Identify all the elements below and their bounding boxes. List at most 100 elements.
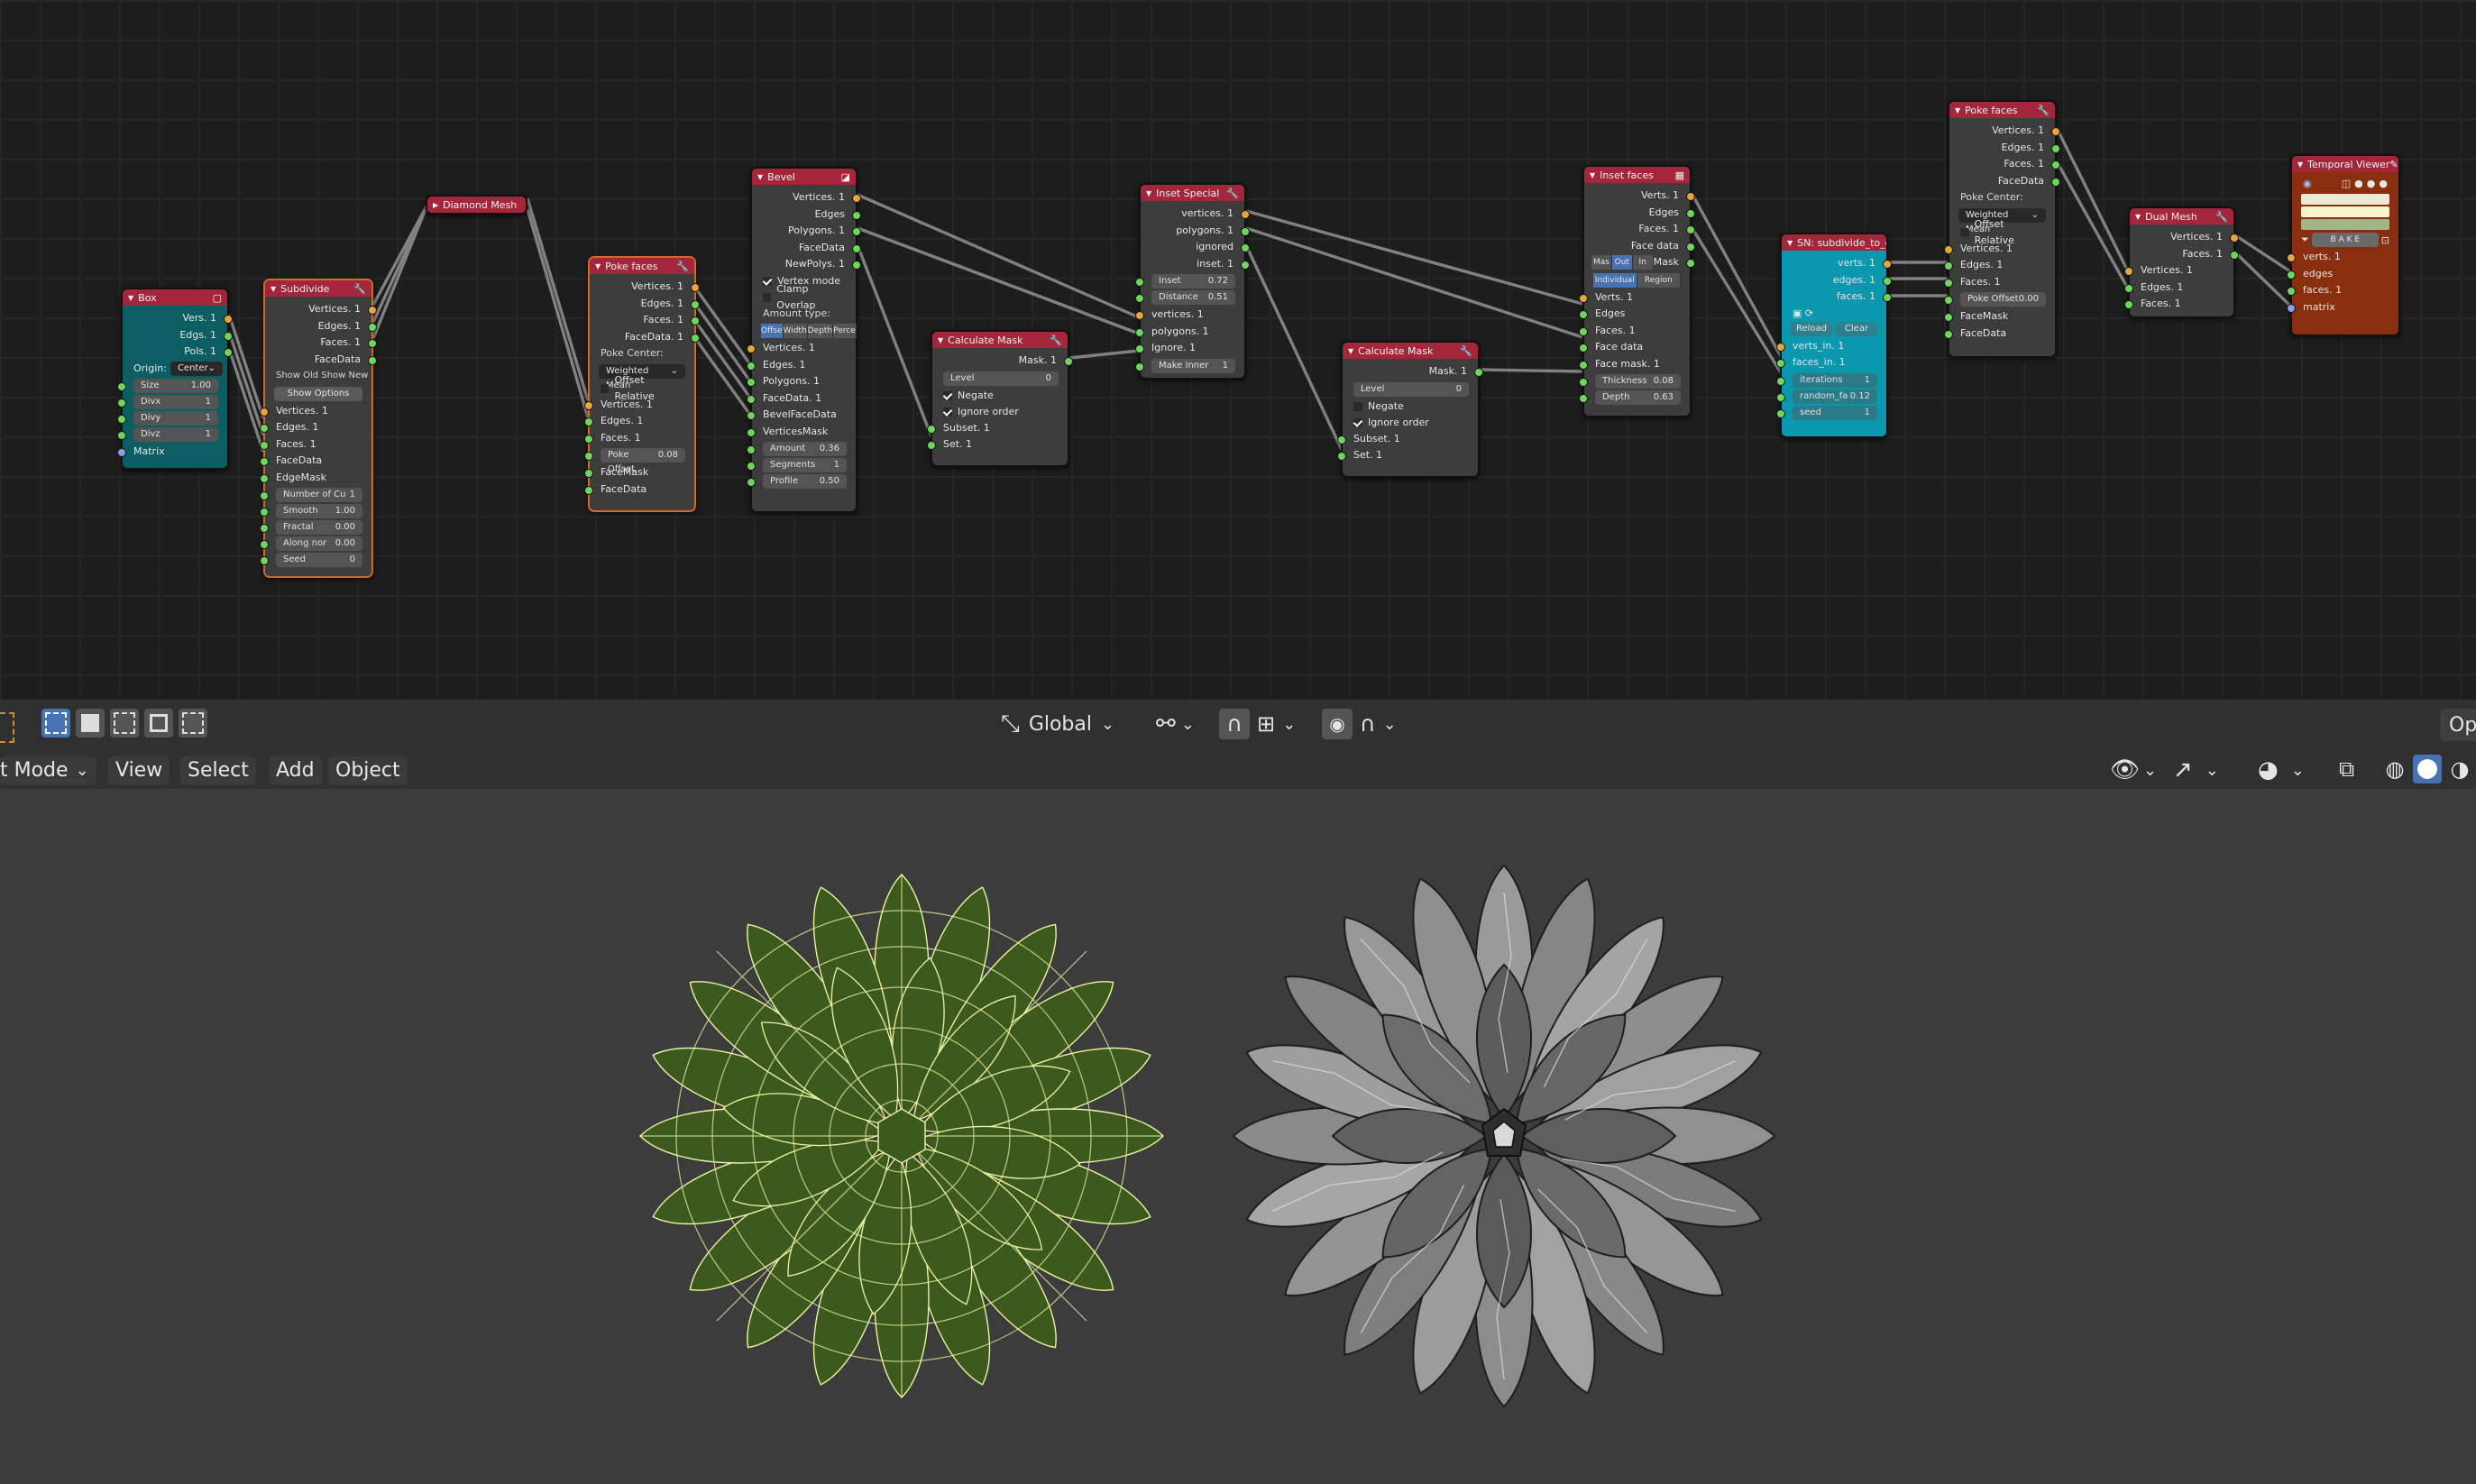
menu-view[interactable]: View	[108, 756, 170, 785]
socket-dot[interactable]	[260, 473, 269, 483]
socket-row[interactable]: Faces. 1	[584, 430, 694, 447]
socket-dot[interactable]	[852, 210, 861, 220]
socket-dot[interactable]	[2124, 300, 2133, 309]
socket-row[interactable]: Matrix	[117, 444, 227, 461]
profile-field[interactable]: Profile 0.50	[747, 474, 847, 489]
socket-dot[interactable]	[260, 491, 269, 500]
socket-row[interactable]: NewPolys. 1	[752, 256, 861, 273]
wireframe-shading-icon[interactable]: ◍	[2380, 755, 2409, 783]
socket-dot[interactable]	[117, 398, 126, 408]
socket-dot[interactable]	[1686, 208, 1695, 218]
snap-increment-icon[interactable]: ⊞	[1257, 711, 1275, 737]
socket-row[interactable]: Mask. 1	[1343, 363, 1483, 380]
edge-color-swatch[interactable]	[2301, 206, 2389, 217]
seed-field[interactable]: seed 1	[1776, 405, 1877, 420]
socket-row[interactable]: Verts. 1	[1584, 188, 1695, 205]
node-header[interactable]: ▼ Temporal Viewer ✎	[2292, 156, 2398, 172]
socket-dot[interactable]	[1241, 243, 1250, 252]
socket-dot[interactable]	[2124, 267, 2133, 276]
socket-dot[interactable]	[2230, 234, 2239, 243]
segment-option[interactable]: Depth	[807, 324, 834, 338]
socket-dot[interactable]	[747, 378, 756, 387]
random-factor-field[interactable]: random_fa 0.12	[1776, 389, 1877, 404]
depth-field[interactable]: Depth 0.63	[1579, 390, 1681, 405]
socket-row[interactable]: FaceData	[1949, 173, 2060, 190]
socket-dot[interactable]	[2051, 127, 2060, 136]
socket-dot[interactable]	[1135, 278, 1144, 287]
socket-dot[interactable]	[368, 339, 377, 348]
node-header[interactable]: ▼ Calculate Mask 🔧	[1343, 343, 1478, 359]
socket-dot[interactable]	[1135, 362, 1144, 371]
node-header[interactable]: ▼ Bevel ◪	[752, 169, 856, 185]
socket-row[interactable]: FaceData. 1	[747, 390, 856, 408]
socket-row[interactable]: BevelFaceData	[747, 407, 856, 424]
socket-dot[interactable]	[584, 469, 593, 478]
node-editor[interactable]: ▼ Box ▢ Vers. 1 Edgs. 1 Pols. 1 Origin: Cen…	[0, 0, 2476, 699]
show-row[interactable]: Show Old Show New	[265, 368, 371, 385]
socket-row[interactable]: Edgs. 1	[123, 327, 233, 344]
divz-field[interactable]: Divz 1	[117, 427, 218, 442]
socket-dot[interactable]	[2051, 160, 2060, 169]
socket-row[interactable]: Edges. 1	[260, 419, 371, 436]
socket-row[interactable]: faces_in. 1	[1776, 354, 1886, 371]
socket-row[interactable]: VerticesMask	[747, 424, 856, 441]
socket-dot[interactable]	[747, 478, 756, 487]
socket-dot[interactable]	[117, 448, 126, 457]
pivot-dropdown[interactable]: ⚯ ⌄	[1156, 710, 1195, 737]
socket-row[interactable]: Face mask. 1	[1579, 356, 1690, 373]
socket-row[interactable]: Faces. 1	[260, 436, 371, 453]
segment-option[interactable]: Perce	[833, 324, 857, 338]
socket-dot[interactable]	[117, 431, 126, 440]
socket-row[interactable]: Face data	[1579, 339, 1690, 356]
socket-dot[interactable]	[1776, 408, 1785, 418]
socket-dot[interactable]	[927, 441, 936, 450]
amount-type-selector[interactable]: Offse Width Depth Perce	[761, 324, 857, 338]
socket-dot[interactable]	[747, 361, 756, 371]
divx-field[interactable]: Divx 1	[117, 395, 218, 409]
socket-dot[interactable]	[747, 394, 756, 404]
magnet-icon[interactable]: ∩	[1219, 709, 1250, 739]
falloff-icon[interactable]: ∩	[1360, 711, 1376, 737]
node-inset-special[interactable]: ▼ Inset Special 🔧 vertices. 1 polygons. 1 …	[1135, 183, 1250, 380]
socket-row[interactable]: Mask. 1	[932, 353, 1073, 370]
socket-dot[interactable]	[927, 424, 936, 434]
segment-option[interactable]: In	[1632, 255, 1654, 270]
negate-checkbox[interactable]: Negate	[1343, 398, 1478, 415]
visibility-dropdown[interactable]: 👁 ⌄	[2110, 756, 2157, 783]
node-poke-faces[interactable]: ▼ Poke faces 🔧 Vertices. 1 Edges. 1 Faces.…	[1944, 100, 2060, 358]
socket-dot[interactable]	[224, 331, 233, 341]
socket-dot[interactable]	[368, 306, 377, 315]
options-button[interactable]: Op	[2440, 709, 2476, 741]
socket-dot[interactable]	[260, 524, 269, 533]
socket-row[interactable]: Polygons. 1	[752, 223, 861, 240]
segment-option[interactable]: Width	[783, 324, 808, 338]
socket-dot[interactable]	[747, 411, 756, 420]
socket-row[interactable]: Faces. 1	[1949, 156, 2060, 173]
invert-selection-icon[interactable]	[144, 709, 173, 737]
socket-row[interactable]: FaceData	[1944, 325, 2055, 343]
socket-row[interactable]: FaceMask	[1944, 308, 2055, 325]
socket-row[interactable]: Vertices. 1	[2124, 262, 2233, 279]
socket-dot[interactable]	[1241, 210, 1250, 219]
thickness-field[interactable]: Thickness 0.08	[1579, 374, 1681, 389]
socket-dot[interactable]	[1337, 452, 1346, 461]
vertex-color-swatch[interactable]	[2301, 194, 2389, 205]
material-shading-icon[interactable]: ◑	[2445, 755, 2474, 783]
socket-dot[interactable]	[747, 427, 756, 437]
socket-dot[interactable]	[1135, 327, 1144, 337]
socket-row[interactable]: verts. 1	[2287, 249, 2398, 266]
solid-shading-icon[interactable]	[2413, 755, 2442, 783]
clear-button[interactable]: Clear	[1836, 321, 1877, 336]
socket-dot[interactable]	[260, 440, 269, 450]
socket-dot[interactable]	[1241, 260, 1250, 270]
socket-dot[interactable]	[1944, 244, 1953, 254]
xray-toggle-icon[interactable]: ⧉	[2339, 756, 2354, 782]
socket-dot[interactable]	[852, 227, 861, 236]
socket-dot[interactable]	[2230, 250, 2239, 260]
node-diamond-mesh[interactable]: ▶ Diamond Mesh	[426, 195, 527, 215]
checkbox-icon[interactable]	[1353, 417, 1362, 427]
set-selection-icon[interactable]	[41, 709, 70, 737]
socket-dot[interactable]	[2287, 303, 2296, 313]
poke-offset-field[interactable]: Poke Offset 0.08	[584, 448, 685, 474]
extend-selection-icon[interactable]	[76, 709, 105, 737]
